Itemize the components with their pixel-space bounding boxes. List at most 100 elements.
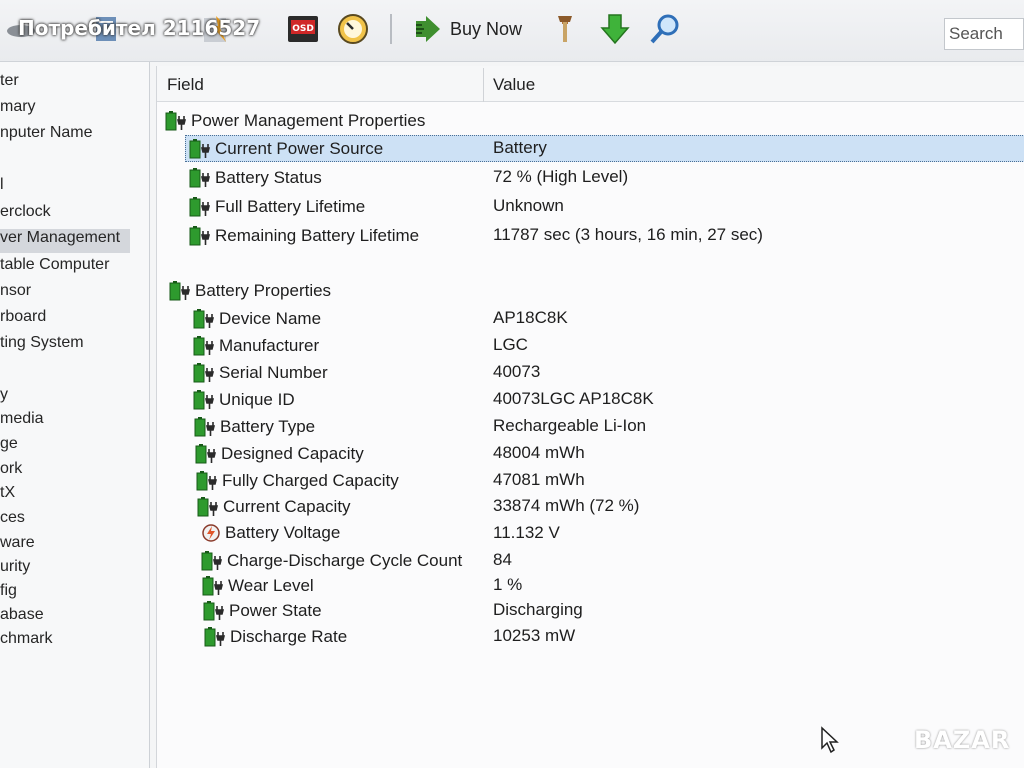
mouse-cursor-icon — [821, 726, 839, 754]
battery-plug-icon — [193, 363, 215, 383]
field-label: Fully Charged Capacity — [222, 471, 399, 490]
nav-item[interactable]: abase — [0, 606, 44, 630]
field-label: Remaining Battery Lifetime — [215, 226, 420, 245]
details-list: Field Value Power Management Properties … — [156, 66, 1024, 768]
field-value: Battery — [493, 138, 547, 157]
column-header-field[interactable]: Field — [167, 75, 204, 95]
list-header: Field Value — [157, 66, 1024, 102]
watermark-username: Потребител 2116527 — [18, 16, 261, 40]
field-label: Serial Number — [219, 363, 328, 382]
battery-plug-icon — [196, 471, 218, 491]
nav-item[interactable]: erclock — [0, 203, 51, 227]
field-value: Discharging — [493, 600, 583, 619]
field-label: Wear Level — [228, 576, 314, 595]
sensor-gauge-icon[interactable] — [336, 12, 370, 46]
field-label: Battery Status — [215, 168, 322, 187]
nav-item[interactable]: urity — [0, 558, 30, 582]
field-value: Unknown — [493, 196, 564, 215]
nav-item[interactable]: media — [0, 410, 44, 434]
field-value: Rechargeable Li-Ion — [493, 416, 647, 435]
nav-item-power-management[interactable]: ver Management — [0, 229, 130, 253]
buy-now-button[interactable]: Buy Now — [412, 12, 522, 46]
tools-icon[interactable] — [548, 12, 582, 46]
group-power-management-properties[interactable]: Power Management Properties — [157, 107, 1024, 133]
battery-plug-icon — [189, 168, 211, 188]
table-row[interactable]: Remaining Battery Lifetime 11787 sec (3 … — [157, 222, 1024, 248]
table-row[interactable]: Battery Voltage 11.132 V — [157, 520, 1024, 546]
nav-item[interactable]: l — [0, 176, 4, 200]
battery-plug-icon — [193, 309, 215, 329]
table-row[interactable]: Manufacturer LGC — [157, 332, 1024, 358]
nav-item[interactable]: chmark — [0, 630, 52, 654]
nav-item[interactable]: table Computer — [0, 256, 109, 280]
battery-plug-icon — [201, 551, 223, 571]
toolbar-separator — [390, 14, 392, 44]
nav-item[interactable]: nsor — [0, 282, 31, 306]
field-label: Charge-Discharge Cycle Count — [227, 551, 463, 570]
field-value: 47081 mWh — [493, 470, 585, 489]
column-divider[interactable] — [483, 68, 484, 102]
battery-plug-icon — [193, 390, 215, 410]
brand-watermark: BAZAR — [914, 726, 1011, 754]
nav-item[interactable]: rboard — [0, 308, 46, 332]
nav-item[interactable]: mary — [0, 98, 36, 122]
battery-plug-icon — [165, 111, 187, 131]
nav-item[interactable]: ces — [0, 509, 25, 533]
battery-plug-icon — [202, 576, 224, 596]
group-title: Battery Properties — [195, 281, 332, 300]
nav-item[interactable]: fig — [0, 582, 17, 606]
table-row[interactable]: Serial Number 40073 — [157, 359, 1024, 385]
table-row[interactable]: Device Name AP18C8K — [157, 305, 1024, 331]
table-row[interactable]: Designed Capacity 48004 mWh — [157, 440, 1024, 466]
nav-item[interactable]: ter — [0, 72, 19, 96]
group-battery-properties[interactable]: Battery Properties — [157, 277, 1024, 303]
field-label: Manufacturer — [219, 336, 320, 355]
field-value: LGC — [493, 335, 528, 354]
battery-plug-icon — [194, 417, 216, 437]
field-value: 40073 — [493, 362, 541, 381]
table-row[interactable]: Unique ID 40073LGC AP18C8K — [157, 386, 1024, 412]
field-value: 10253 mW — [493, 626, 576, 645]
nav-item[interactable]: y — [0, 386, 8, 410]
buy-now-icon — [416, 16, 440, 42]
nav-item[interactable]: ge — [0, 435, 18, 459]
field-value: AP18C8K — [493, 308, 568, 327]
column-header-value[interactable]: Value — [493, 75, 535, 95]
table-row[interactable]: Wear Level 1 % — [157, 572, 1024, 598]
nav-item[interactable]: nputer Name — [0, 124, 93, 148]
field-value: 48004 mWh — [493, 443, 585, 462]
buy-now-label: Buy Now — [450, 18, 523, 39]
battery-plug-icon — [204, 627, 226, 647]
nav-item[interactable]: ting System — [0, 334, 84, 358]
field-value: 1 % — [493, 575, 523, 594]
field-label: Device Name — [219, 309, 322, 328]
table-row[interactable]: Battery Type Rechargeable Li-Ion — [157, 413, 1024, 439]
battery-plug-icon — [193, 336, 215, 356]
nav-item[interactable]: tX — [0, 484, 15, 508]
battery-plug-icon — [195, 444, 217, 464]
field-value: 72 % (High Level) — [493, 167, 629, 186]
magnifier-icon[interactable] — [648, 12, 682, 46]
table-row-current-power-source[interactable]: Current Power Source Battery — [157, 135, 1024, 162]
search-input[interactable]: Search — [944, 18, 1024, 50]
table-row[interactable]: Current Capacity 33874 mWh (72 %) — [157, 493, 1024, 519]
nav-item[interactable]: ork — [0, 460, 22, 484]
field-value: 33874 mWh (72 %) — [493, 496, 640, 515]
osd-icon[interactable]: OSD — [286, 12, 320, 46]
field-value: 40073LGC AP18C8K — [493, 389, 654, 408]
table-row[interactable]: Fully Charged Capacity 47081 mWh — [157, 467, 1024, 493]
field-value: 84 — [493, 550, 512, 569]
battery-plug-icon — [169, 281, 191, 301]
table-row[interactable]: Full Battery Lifetime Unknown — [157, 193, 1024, 219]
field-label: Full Battery Lifetime — [215, 197, 366, 216]
battery-plug-icon — [203, 601, 225, 621]
table-row[interactable]: Power State Discharging — [157, 597, 1024, 623]
field-label: Battery Voltage — [225, 523, 341, 542]
update-down-arrow-icon[interactable] — [598, 12, 632, 46]
table-row[interactable]: Discharge Rate 10253 mW — [157, 623, 1024, 649]
table-row[interactable]: Charge-Discharge Cycle Count 84 — [157, 547, 1024, 573]
table-row[interactable]: Battery Status 72 % (High Level) — [157, 164, 1024, 190]
battery-plug-icon — [189, 226, 211, 246]
battery-plug-icon — [189, 139, 211, 159]
nav-item[interactable]: ware — [0, 534, 35, 558]
